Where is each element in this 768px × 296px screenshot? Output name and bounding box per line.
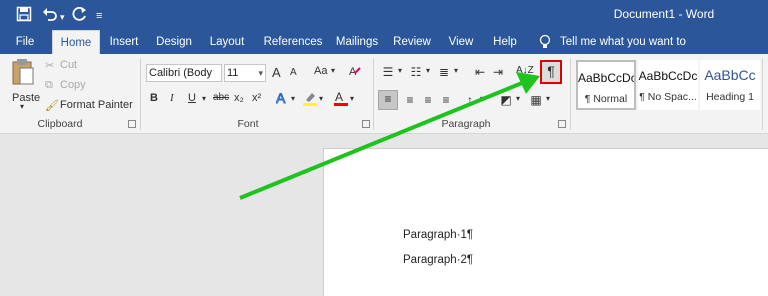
line-spacing-dropdown-icon[interactable]: ▾	[480, 94, 484, 103]
sort-button[interactable]: A↓Z	[516, 65, 534, 76]
svg-text:A: A	[335, 90, 343, 104]
redo-icon[interactable]	[72, 6, 88, 27]
tab-help[interactable]: Help	[488, 30, 522, 54]
decrease-indent-icon[interactable]: ⇤	[472, 64, 488, 80]
tell-me-search[interactable]: Tell me what you want to do	[560, 30, 694, 72]
customize-quick-access-icon[interactable]: ≡	[96, 7, 102, 25]
cut-button[interactable]: Cut	[60, 59, 77, 71]
clipboard-launcher-icon[interactable]	[128, 120, 136, 128]
multilevel-dropdown-icon[interactable]: ▾	[454, 66, 458, 75]
numbering-dropdown-icon[interactable]: ▾	[426, 66, 430, 75]
font-size-dropdown-icon[interactable]: ▾	[258, 65, 263, 81]
undo-dropdown-icon[interactable]: ▾	[60, 8, 65, 26]
multilevel-list-icon[interactable]: ≣	[436, 64, 452, 80]
tab-home[interactable]: Home	[52, 30, 100, 54]
shading-icon[interactable]: ◩	[498, 92, 514, 108]
font-size-value: 11	[227, 67, 239, 79]
highlight-dropdown-icon[interactable]: ▾	[319, 94, 323, 103]
font-name-value: Calibri (Body	[149, 67, 212, 79]
strikethrough-button[interactable]: abc	[213, 92, 229, 103]
font-launcher-icon[interactable]	[362, 120, 370, 128]
text-effects-icon[interactable]: A	[276, 90, 290, 109]
highlight-color-icon[interactable]	[302, 90, 318, 109]
line-spacing-icon[interactable]: ↕	[462, 92, 478, 108]
window-title: Document1 - Word	[613, 7, 715, 21]
cut-icon[interactable]: ✂	[45, 59, 54, 72]
tab-insert[interactable]: Insert	[104, 30, 144, 54]
tab-mailings[interactable]: Mailings	[330, 30, 384, 54]
copy-icon[interactable]: ⧉	[45, 79, 53, 92]
italic-button[interactable]: I	[170, 92, 174, 104]
group-divider	[570, 58, 571, 130]
group-divider	[140, 58, 141, 130]
font-group-label: Font	[237, 118, 259, 130]
save-icon[interactable]	[16, 6, 32, 27]
style-name: ¶ No Spac...	[639, 91, 697, 103]
ribbon-home: Paste ▾ ✂ Cut ⧉ Copy 🖌 Format Painter Cl…	[0, 54, 768, 134]
title-bar: ▾ ≡ Document1 - Word	[0, 0, 768, 30]
document-paragraph[interactable]: Paragraph·1¶	[403, 229, 473, 241]
paste-button[interactable]: Paste	[8, 58, 41, 104]
paste-dropdown-icon[interactable]: ▾	[20, 102, 24, 111]
group-divider	[373, 58, 374, 130]
align-left-icon[interactable]: ≡	[378, 90, 398, 110]
bold-button[interactable]: B	[150, 92, 158, 104]
tab-file[interactable]: File	[8, 30, 42, 54]
tab-view[interactable]: View	[442, 30, 480, 54]
borders-icon[interactable]: ▦	[528, 92, 544, 108]
style-no-spacing[interactable]: AaBbCcDc ¶ No Spac...	[638, 60, 698, 110]
style-sample: AaBbCc	[704, 67, 756, 83]
gallery-scroll-edge	[762, 58, 763, 130]
text-effects-dropdown-icon[interactable]: ▾	[291, 94, 295, 103]
format-painter-icon[interactable]: 🖌	[45, 99, 59, 112]
justify-icon[interactable]: ≡	[438, 92, 454, 108]
clear-formatting-icon[interactable]: A	[348, 64, 362, 81]
tab-review[interactable]: Review	[390, 30, 434, 54]
tab-design[interactable]: Design	[152, 30, 196, 54]
change-case-button[interactable]: Aa	[314, 65, 327, 77]
style-name: ¶ Normal	[584, 93, 628, 105]
style-sample: AaBbCcDc	[578, 71, 634, 85]
font-name-combo[interactable]: Calibri (Body	[146, 64, 222, 82]
paste-label: Paste	[12, 92, 41, 104]
format-painter-button[interactable]: Format Painter	[60, 99, 133, 111]
bullets-icon[interactable]: ☰	[380, 64, 396, 80]
bullets-dropdown-icon[interactable]: ▾	[398, 66, 402, 75]
numbering-icon[interactable]: ☷	[408, 64, 424, 80]
show-hide-formatting-button[interactable]: ¶	[540, 60, 562, 84]
shading-dropdown-icon[interactable]: ▾	[516, 94, 520, 103]
font-color-icon[interactable]: A	[334, 90, 348, 109]
grow-font-button[interactable]: A	[272, 65, 281, 80]
underline-button[interactable]: U	[188, 92, 196, 104]
align-center-icon[interactable]: ≡	[402, 92, 418, 108]
change-case-dropdown-icon[interactable]: ▾	[331, 66, 335, 75]
clipboard-group-label: Clipboard	[37, 118, 83, 130]
increase-indent-icon[interactable]: ⇥	[490, 64, 506, 80]
paragraph-group-label: Paragraph	[441, 118, 491, 130]
font-color-dropdown-icon[interactable]: ▾	[350, 94, 354, 103]
tab-layout[interactable]: Layout	[204, 30, 250, 54]
font-size-combo[interactable]: 11 ▾	[224, 64, 266, 82]
style-heading-1[interactable]: AaBbCc Heading 1	[700, 60, 760, 110]
clipboard-paste-icon	[11, 58, 35, 89]
borders-dropdown-icon[interactable]: ▾	[546, 94, 550, 103]
shrink-font-button[interactable]: A	[290, 67, 297, 78]
style-sample: AaBbCcDc	[638, 69, 698, 83]
document-page[interactable]	[323, 148, 768, 296]
tab-references[interactable]: References	[258, 30, 328, 54]
document-paragraph[interactable]: Paragraph·2¶	[403, 254, 473, 266]
underline-dropdown-icon[interactable]: ▾	[202, 94, 206, 103]
subscript-button[interactable]: x₂	[234, 92, 244, 104]
align-right-icon[interactable]: ≡	[420, 92, 436, 108]
undo-icon[interactable]	[42, 6, 58, 27]
superscript-button[interactable]: x²	[252, 92, 261, 104]
paragraph-launcher-icon[interactable]	[558, 120, 566, 128]
ribbon-tab-bar: File Home Insert Design Layout Reference…	[0, 30, 768, 72]
copy-button[interactable]: Copy	[60, 79, 86, 91]
lightbulb-icon	[538, 34, 552, 50]
style-normal[interactable]: AaBbCcDc ¶ Normal	[576, 60, 636, 110]
style-name: Heading 1	[706, 91, 754, 103]
svg-text:A: A	[276, 90, 286, 106]
